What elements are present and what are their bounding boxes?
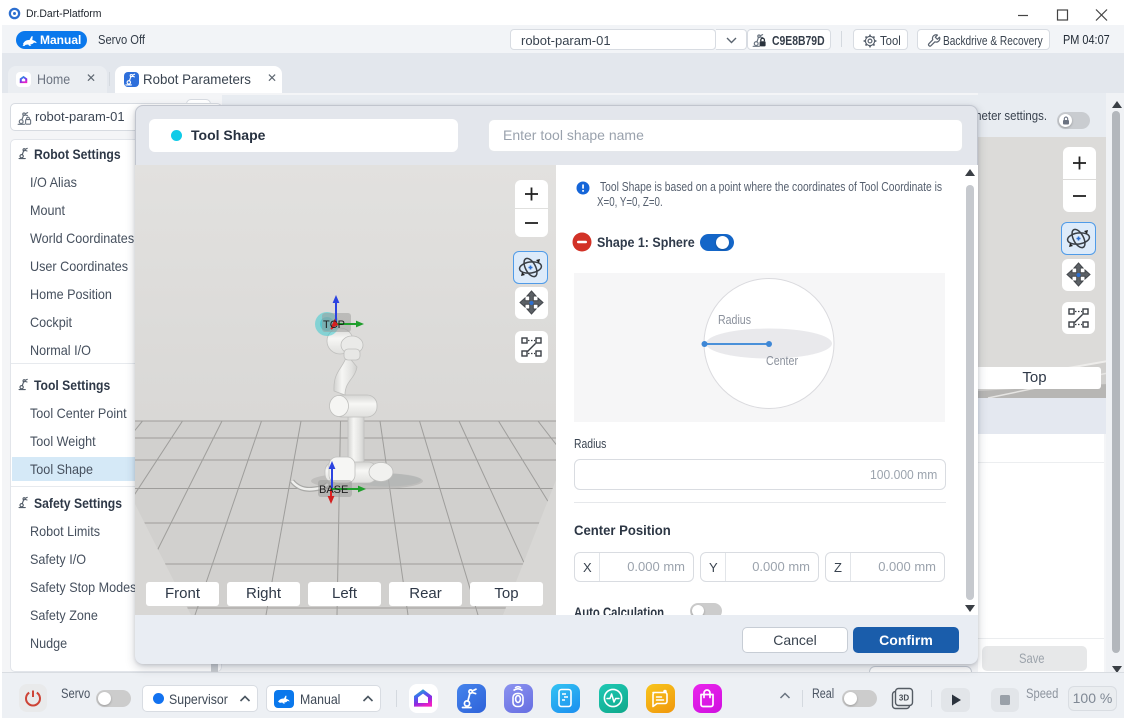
svg-text:Radius: Radius [718, 312, 751, 327]
svg-text:BASE: BASE [319, 484, 348, 496]
svg-text:TCP: TCP [323, 319, 345, 331]
svg-text:3D: 3D [899, 694, 909, 703]
svg-text:Center: Center [766, 353, 799, 368]
